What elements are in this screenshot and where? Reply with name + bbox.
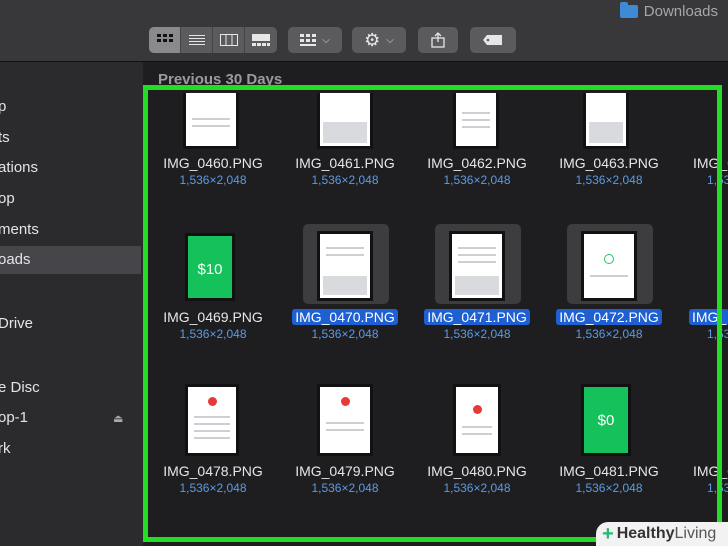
share-icon [431,32,445,48]
file-name: IMG_0472.PNG [549,309,669,325]
view-mode-selector [149,27,277,53]
file-dimensions: 1,536×2,048 [443,481,511,495]
chevron-down-icon: ⌵ [386,34,394,46]
file-name: IMG_0471.PNG [417,309,537,325]
file-dimensions: 1,536 [707,327,728,341]
section-header: Previous 30 Days [158,71,283,88]
file-thumbnail [453,384,501,456]
file-thumbnail [185,384,239,456]
file-name: IMG_0469.PNG [163,309,263,325]
watermark: + HealthyLiving [596,522,728,546]
file-thumbnail: $0 [581,384,631,456]
gallery-icon[interactable] [245,27,277,53]
file-dimensions: 1,536×2,048 [179,481,247,495]
file-thumbnail [583,93,629,149]
file-name: IMG_0461.PNG [295,155,395,171]
thumbnail-amount: $10 [197,261,223,278]
group-icon [300,34,317,46]
file-dimensions: 1,536 [707,173,728,187]
thumbnail-amount: $0 [597,412,615,429]
file-thumbnail [183,93,239,149]
window-title-label: Downloads [643,3,718,20]
file-name: IMG_ [689,309,728,325]
sidebar-item-desktop[interactable]: op [0,185,141,213]
file-dimensions: 1,536×2,048 [311,327,379,341]
file-thumbnail [317,384,373,456]
window-title: Downloads [619,2,718,20]
sidebar-item-0[interactable]: p [0,93,141,121]
sidebar: p ts ations op ments oads Drive e Disc o… [0,62,143,546]
list-icon[interactable] [181,27,213,53]
sidebar-item-1[interactable]: ts [0,124,141,152]
file-name: IMG_0480.PNG [427,463,527,479]
file-dimensions: 1,536×2,048 [179,173,247,187]
sidebar-item-applications[interactable]: ations [0,154,141,182]
file-name: IMG_0479.PNG [295,463,395,479]
file-name: IMG_0462.PNG [427,155,527,171]
file-dimensions: 1,536×2,048 [179,327,247,341]
file-name: IMG_0481.PNG [559,463,659,479]
file-dimensions: 1,536 [707,481,728,495]
sidebar-item-remote-disc[interactable]: e Disc [0,374,141,402]
file-thumbnail [453,93,499,149]
file-name: IMG_0470.PNG [285,309,405,325]
grid-icon[interactable] [149,27,181,53]
folder-icon [619,2,638,18]
file-name: IMG_0460.PNG [163,155,263,171]
file-dimensions: 1,536×2,048 [311,173,379,187]
file-name: IMG_0478.PNG [163,463,263,479]
file-dimensions: 1,536×2,048 [575,327,643,341]
file-name: IMG_0 [693,155,728,171]
gear-icon: ⚙ [364,29,381,50]
file-dimensions: 1,536×2,048 [443,173,511,187]
toolbar: Downloads ⌵ ⚙ ⌵ [0,0,728,62]
tag-icon [483,35,502,45]
sidebar-item-downloads[interactable]: oads [0,246,141,274]
tag-button[interactable] [470,27,516,53]
file-thumbnail: $10 [185,233,235,301]
sidebar-item-drive[interactable]: Drive [0,310,141,338]
file-name: IMG_0463.PNG [559,155,659,171]
share-button[interactable] [418,27,458,53]
chevron-down-icon: ⌵ [322,34,330,46]
file-dimensions: 1,536×2,048 [443,327,511,341]
columns-icon[interactable] [213,27,245,53]
file-dimensions: 1,536×2,048 [311,481,379,495]
file-name: IMG_0 [693,463,728,479]
plus-icon: + [602,523,614,545]
group-button[interactable]: ⌵ [288,27,342,53]
file-thumbnail [581,231,637,301]
file-dimensions: 1,536×2,048 [575,481,643,495]
sidebar-item-documents[interactable]: ments [0,216,141,244]
file-thumbnail [317,231,373,301]
watermark-label: HealthyLiving [616,525,717,542]
action-button[interactable]: ⚙ ⌵ [352,27,406,53]
file-thumbnail [317,93,373,149]
file-dimensions: 1,536×2,048 [575,173,643,187]
finder-window: Downloads ⌵ ⚙ ⌵ p ts ations op ments oad… [0,0,728,546]
file-thumbnail [449,231,505,301]
sidebar-item-network[interactable]: rk [0,435,141,463]
eject-icon[interactable]: ⏏ [113,412,123,425]
